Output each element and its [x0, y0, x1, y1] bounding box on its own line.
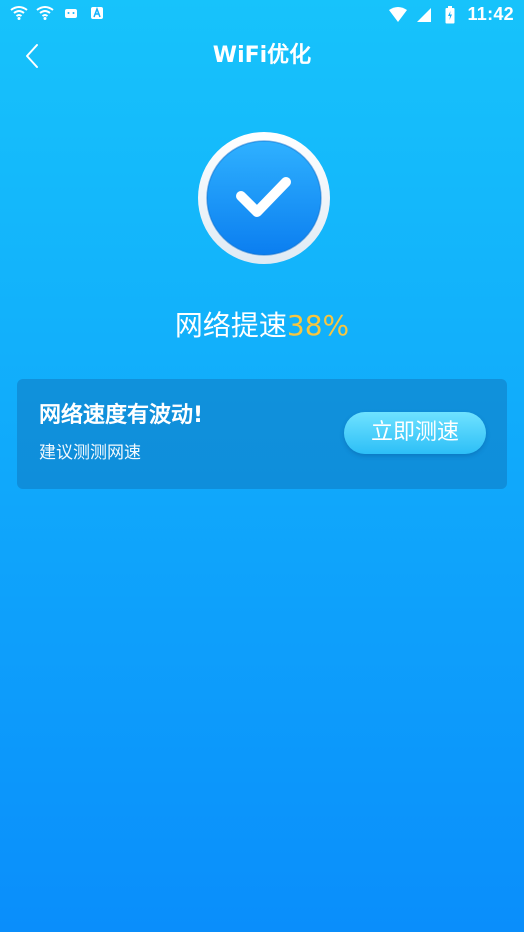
- status-left-icons: [10, 4, 106, 22]
- speed-fluctuation-card: 网络速度有波动! 建议测测网速 立即测速: [17, 379, 507, 489]
- speed-result: 网络提速38%: [0, 306, 524, 346]
- card-subtitle: 建议测测网速: [39, 443, 141, 463]
- status-right-icons: 11:42: [389, 4, 514, 25]
- page-title: WiFi优化: [212, 43, 312, 68]
- card-title: 网络速度有波动!: [39, 403, 204, 428]
- status-time: 11:42: [467, 4, 514, 24]
- speed-label: 网络提速: [174, 309, 287, 342]
- wifi-icon: [36, 4, 54, 22]
- cellular-signal-icon: [415, 6, 433, 24]
- speed-test-button[interactable]: 立即测速: [344, 412, 486, 454]
- android-notification-icon: [62, 4, 80, 22]
- app-header: WiFi优化: [0, 34, 524, 78]
- battery-icon: [441, 5, 459, 24]
- wifi-signal-icon: [389, 6, 408, 24]
- wifi-icon: [10, 4, 28, 22]
- a-notification-icon: [88, 4, 106, 22]
- status-bar: 11:42: [0, 0, 524, 28]
- check-circle-icon: [196, 130, 332, 266]
- speed-percent: 38%: [286, 309, 350, 342]
